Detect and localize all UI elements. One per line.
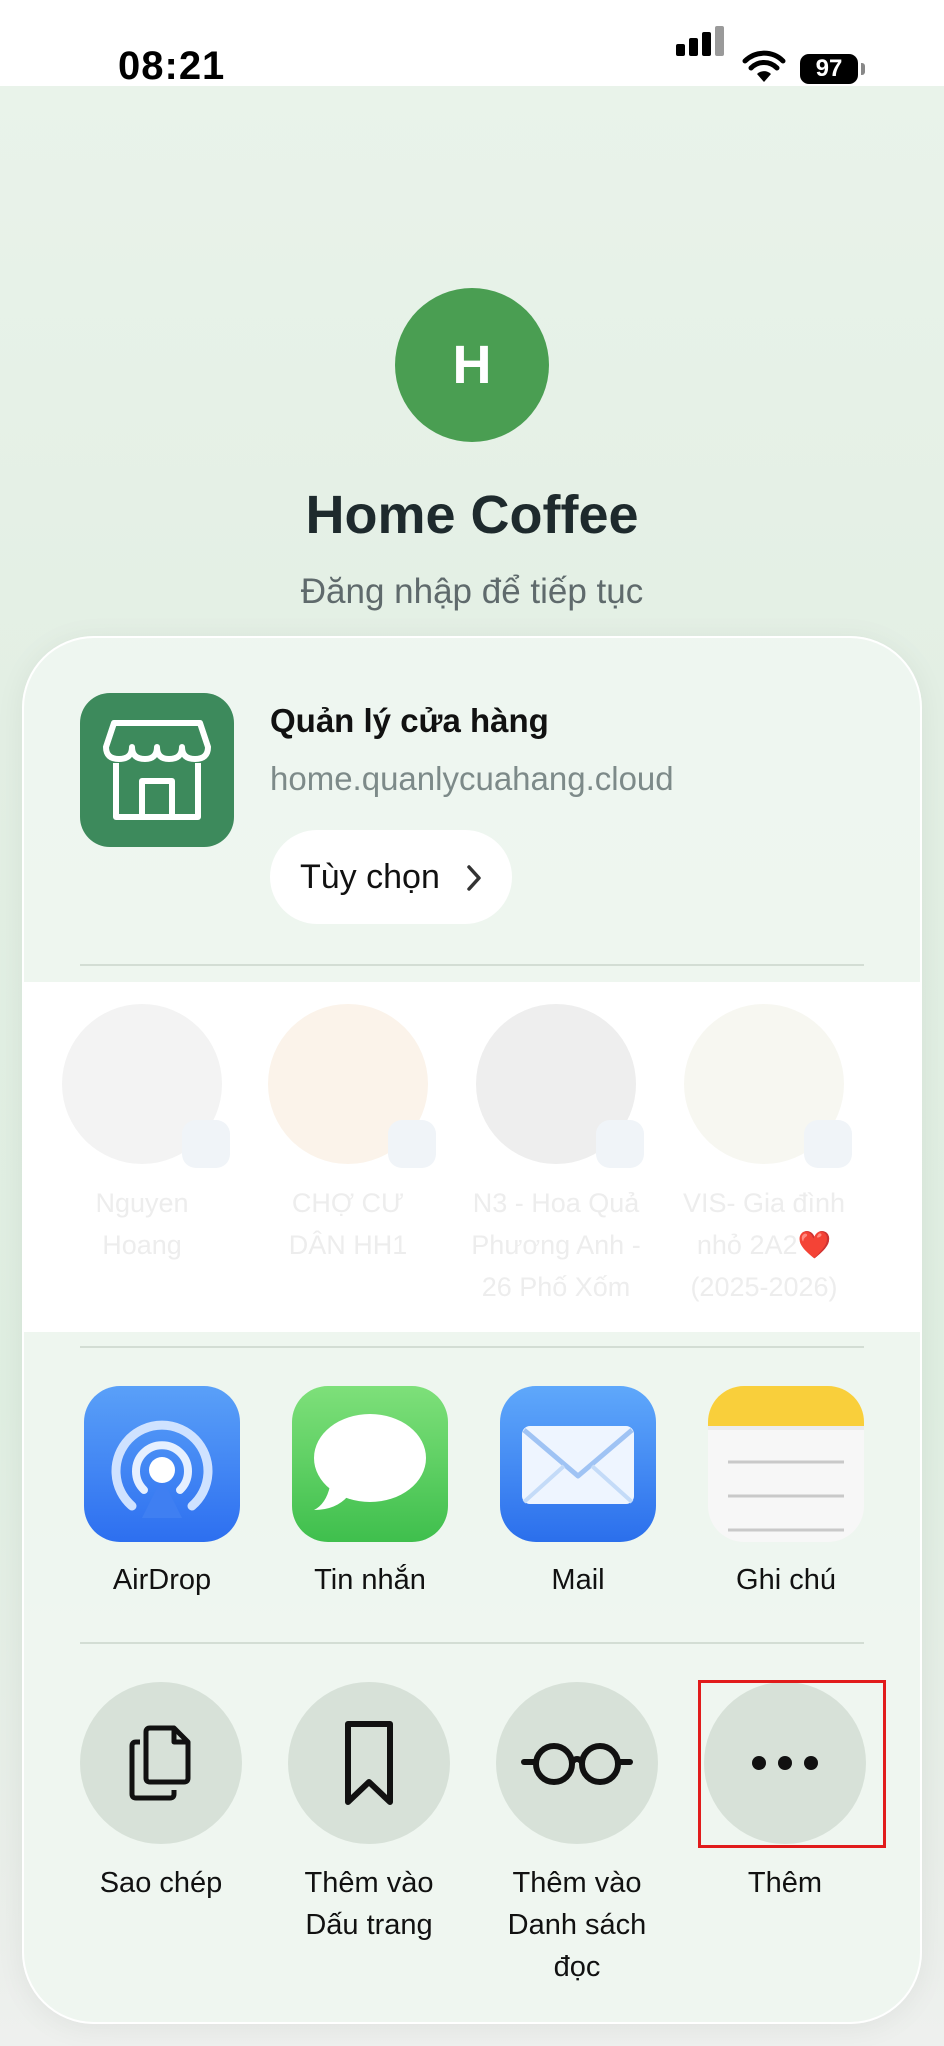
add-reading-list-button[interactable] bbox=[496, 1682, 658, 1844]
contact-name: (2025-2026) bbox=[690, 1272, 838, 1302]
battery-tip bbox=[861, 63, 865, 75]
contact-name: Nguyen bbox=[95, 1188, 189, 1218]
messages-icon bbox=[292, 1386, 448, 1542]
contact-name: nhỏ 2A2❤️ bbox=[696, 1230, 832, 1260]
share-sheet: Quản lý cửa hàng home.quanlycuahang.clou… bbox=[22, 636, 922, 2024]
site-url: home.quanlycuahang.cloud bbox=[270, 760, 674, 797]
chevron-right-icon bbox=[467, 865, 481, 891]
storefront-icon bbox=[103, 720, 211, 820]
bookmark-icon bbox=[345, 1721, 393, 1805]
options-button[interactable]: Tùy chọn bbox=[270, 830, 512, 924]
messenger-badge-icon bbox=[182, 1120, 230, 1168]
action-label: Thêm bbox=[747, 1867, 823, 1899]
airdrop-icon bbox=[84, 1386, 240, 1542]
contact-name: N3 - Hoa Quả bbox=[472, 1188, 640, 1218]
contacts-row: Nguyen Hoang CHỢ CƯ DÂN HH1 N3 - Hoa Quả… bbox=[22, 982, 922, 1332]
contact-name: Phương Anh - bbox=[471, 1230, 641, 1260]
login-tagline: Đăng nhập để tiếp tục bbox=[300, 572, 644, 611]
highlight-box bbox=[698, 1680, 886, 1848]
divider bbox=[80, 964, 864, 966]
mail-icon bbox=[500, 1386, 656, 1542]
copy-button[interactable] bbox=[80, 1682, 242, 1844]
action-label: đọc bbox=[553, 1951, 601, 1983]
divider bbox=[80, 1642, 864, 1644]
zalo-badge-icon bbox=[596, 1120, 644, 1168]
zalo-badge-icon bbox=[804, 1120, 852, 1168]
app-label: Tin nhắn bbox=[314, 1564, 426, 1596]
contact-name: Hoang bbox=[102, 1230, 182, 1260]
notes-icon bbox=[708, 1386, 864, 1542]
app-label: Mail bbox=[551, 1564, 605, 1596]
contact-name: CHỢ CƯ bbox=[291, 1188, 405, 1218]
action-label: Thêm vào bbox=[304, 1867, 434, 1899]
wifi-icon bbox=[742, 50, 786, 82]
contact-name: DÂN HH1 bbox=[288, 1230, 408, 1260]
options-label: Tùy chọn bbox=[300, 858, 440, 896]
action-label: Sao chép bbox=[99, 1867, 223, 1899]
status-bar: 08:21 97 bbox=[0, 0, 944, 88]
copy-icon bbox=[129, 1725, 191, 1801]
app-label: AirDrop bbox=[112, 1564, 212, 1596]
app-avatar: H bbox=[395, 288, 549, 442]
status-time: 08:21 bbox=[118, 44, 226, 88]
action-label: Thêm vào bbox=[512, 1867, 642, 1899]
app-label: Ghi chú bbox=[736, 1564, 836, 1596]
action-label: Danh sách bbox=[507, 1909, 647, 1941]
contact-name: VIS- Gia đình bbox=[682, 1188, 846, 1218]
add-bookmark-button[interactable] bbox=[288, 1682, 450, 1844]
zalo-badge-icon bbox=[388, 1120, 436, 1168]
store-app-icon bbox=[80, 693, 234, 847]
glasses-icon bbox=[521, 1743, 633, 1785]
divider bbox=[80, 1346, 864, 1348]
battery-icon: 97 bbox=[800, 54, 858, 84]
contact-name: 26 Phố Xốm bbox=[481, 1272, 631, 1302]
action-label: Dấu trang bbox=[305, 1909, 433, 1941]
site-title: Quản lý cửa hàng bbox=[270, 702, 549, 739]
brand-title: Home Coffee bbox=[305, 485, 639, 545]
